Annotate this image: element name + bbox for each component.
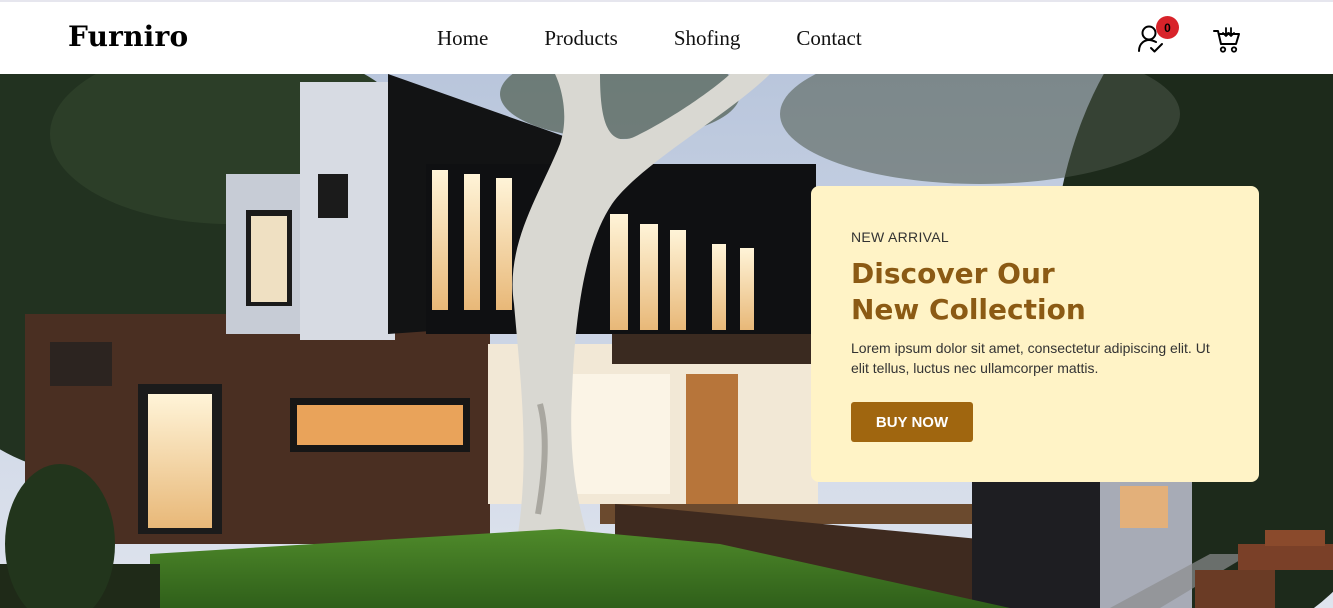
main-nav: Home Products Shofing Contact — [437, 26, 862, 51]
hero-heading: Discover Our New Collection — [851, 256, 1231, 328]
nav-home[interactable]: Home — [437, 26, 488, 51]
brand-logo[interactable]: Furniro — [68, 20, 188, 53]
cart-button[interactable] — [1212, 26, 1242, 54]
hero-description: Lorem ipsum dolor sit amet, consectetur … — [851, 340, 1210, 376]
nav-contact[interactable]: Contact — [796, 26, 861, 51]
hero-heading-line2: New Collection — [851, 293, 1086, 326]
hero-promo-card: NEW ARRIVAL Discover Our New Collection … — [811, 186, 1259, 482]
nav-products[interactable]: Products — [544, 26, 618, 51]
notification-badge: 0 — [1156, 16, 1179, 39]
buy-now-button[interactable]: BUY NOW — [851, 402, 973, 442]
nav-shofing[interactable]: Shofing — [674, 26, 741, 51]
shopping-cart-icon — [1213, 27, 1240, 53]
new-arrival-label: NEW ARRIVAL — [851, 229, 949, 245]
hero-section: NEW ARRIVAL Discover Our New Collection … — [0, 74, 1333, 608]
site-header: Furniro Home Products Shofing Contact 0 — [0, 2, 1333, 74]
hero-heading-line1: Discover Our — [851, 257, 1055, 290]
